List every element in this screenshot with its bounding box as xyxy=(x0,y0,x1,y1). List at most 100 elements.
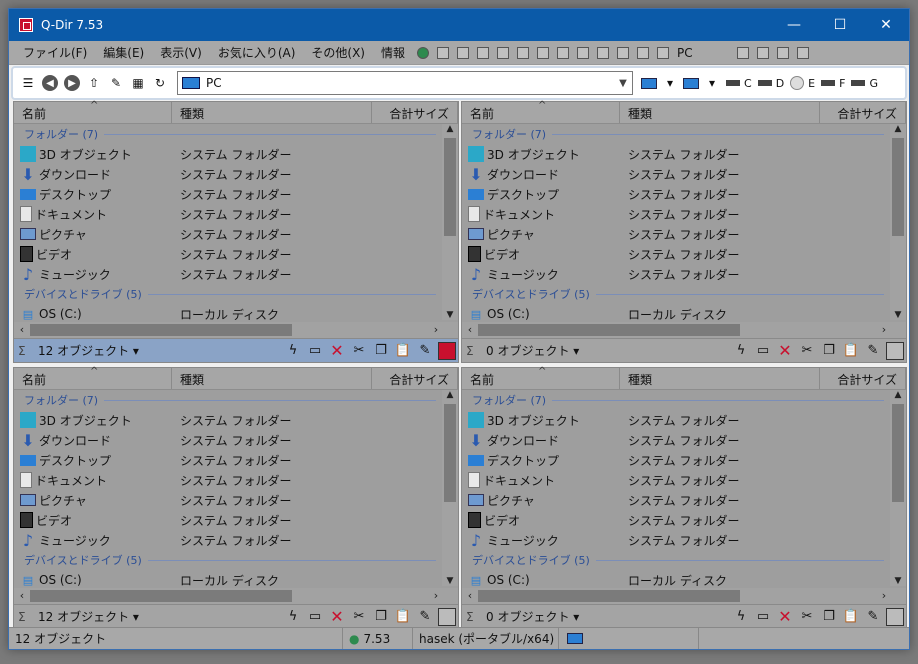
list-item[interactable]: ドキュメント システム フォルダー xyxy=(14,470,444,490)
column-total-size[interactable]: 合計サイズ xyxy=(372,368,458,389)
rename-icon[interactable]: ▭ xyxy=(754,342,772,360)
delete-icon[interactable]: ✕ xyxy=(776,341,794,360)
file-pane-2[interactable]: ^ 名前 種類 合計サイズ フォルダー (7) 3D オブジェクト システム フォ… xyxy=(461,100,907,363)
edit-icon[interactable]: ✎ xyxy=(864,608,882,626)
scrollbar-thumb[interactable] xyxy=(478,324,740,336)
cut-icon[interactable]: ✂ xyxy=(798,608,816,626)
list-item[interactable]: ⬇ ダウンロード システム フォルダー xyxy=(462,164,892,184)
list-item[interactable]: 3D オブジェクト システム フォルダー xyxy=(14,410,444,430)
maximize-button[interactable]: ☐ xyxy=(817,9,863,41)
list-item[interactable]: ♪ ミュージック システム フォルダー xyxy=(14,264,444,284)
paste-icon[interactable]: 📋 xyxy=(842,608,860,626)
network-icon[interactable] xyxy=(736,46,749,59)
chevron-down-icon[interactable]: ▼ xyxy=(614,78,632,89)
scroll-down-icon[interactable]: ▼ xyxy=(890,310,906,320)
list-item[interactable]: ドキュメント システム フォルダー xyxy=(462,204,892,224)
edit-icon[interactable]: ✎ xyxy=(416,342,434,360)
back-icon[interactable]: ◀ xyxy=(41,74,59,92)
group-header-folders[interactable]: フォルダー (7) xyxy=(462,390,892,410)
column-type[interactable]: 種類 xyxy=(172,368,372,389)
menu-pc-label[interactable]: PC xyxy=(677,46,693,60)
group-header-devices[interactable]: デバイスとドライブ (5) xyxy=(462,284,892,304)
title-bar[interactable]: Q-Dir 7.53 — ☐ ✕ xyxy=(9,9,909,41)
list-item[interactable]: デスクトップ システム フォルダー xyxy=(462,450,892,470)
list-item[interactable]: ⬇ ダウンロード システム フォルダー xyxy=(462,430,892,450)
minimize-button[interactable]: — xyxy=(771,9,817,41)
pin-icon[interactable] xyxy=(756,46,769,59)
list-item[interactable]: 3D オブジェクト システム フォルダー xyxy=(462,144,892,164)
rename-icon[interactable]: ▭ xyxy=(306,608,324,626)
list-item[interactable]: ビデオ システム フォルダー xyxy=(462,244,892,264)
layout-1-icon[interactable] xyxy=(457,46,469,59)
drive-c-button[interactable]: C xyxy=(726,77,752,90)
lightning-icon[interactable]: ϟ xyxy=(284,608,302,626)
copy-icon[interactable]: ❐ xyxy=(820,608,838,626)
horizontal-scrollbar[interactable]: ‹ › xyxy=(462,588,892,604)
pane-select-icon[interactable] xyxy=(438,607,456,626)
paste-icon[interactable]: 📋 xyxy=(394,342,412,360)
column-total-size[interactable]: 合計サイズ xyxy=(820,368,906,389)
chevron-down-icon[interactable]: ▾ xyxy=(703,74,721,92)
close-button[interactable]: ✕ xyxy=(863,9,909,41)
group-header-folders[interactable]: フォルダー (7) xyxy=(462,124,892,144)
layout-7-icon[interactable] xyxy=(577,46,589,59)
vertical-scrollbar[interactable]: ▲ ▼ xyxy=(890,390,906,586)
copy-icon[interactable]: ❐ xyxy=(372,608,390,626)
column-total-size[interactable]: 合計サイズ xyxy=(372,102,458,123)
column-type[interactable]: 種類 xyxy=(172,102,372,123)
list-item[interactable]: ドキュメント システム フォルダー xyxy=(14,204,444,224)
list-item[interactable]: ピクチャ システム フォルダー xyxy=(462,490,892,510)
list-item[interactable]: ⬇ ダウンロード システム フォルダー xyxy=(14,164,444,184)
view-mode-icon[interactable]: ▦ xyxy=(129,74,147,92)
scroll-up-icon[interactable]: ▲ xyxy=(890,390,906,400)
layout-9-icon[interactable] xyxy=(617,46,629,59)
paste-icon[interactable]: 📋 xyxy=(842,342,860,360)
chevron-down-icon[interactable]: ▾ xyxy=(661,74,679,92)
scrollbar-thumb[interactable] xyxy=(892,138,904,236)
pane-select-icon[interactable] xyxy=(438,341,456,360)
scroll-up-icon[interactable]: ▲ xyxy=(890,124,906,134)
up-folder-icon[interactable]: ⇧ xyxy=(85,74,103,92)
scroll-down-icon[interactable]: ▼ xyxy=(890,576,906,586)
new-folder-icon[interactable]: ✎ xyxy=(107,74,125,92)
drive-g-button[interactable]: G xyxy=(851,77,878,90)
window-mode-icon[interactable] xyxy=(796,46,809,59)
layout-11-icon[interactable] xyxy=(657,46,669,59)
paste-icon[interactable]: 📋 xyxy=(394,608,412,626)
menu-favorites[interactable]: お気に入り(A) xyxy=(210,44,304,61)
list-item[interactable]: ピクチャ システム フォルダー xyxy=(14,490,444,510)
panel-toggle-icon[interactable]: ☰ xyxy=(19,74,37,92)
list-item[interactable]: ♪ ミュージック システム フォルダー xyxy=(462,264,892,284)
drive-e-button[interactable]: E xyxy=(790,76,815,90)
scroll-up-icon[interactable]: ▲ xyxy=(442,124,458,134)
horizontal-scrollbar[interactable]: ‹ › xyxy=(462,322,892,338)
list-item[interactable]: ピクチャ システム フォルダー xyxy=(462,224,892,244)
layout-10-icon[interactable] xyxy=(637,46,649,59)
list-item[interactable]: ▤ OS (C:) ローカル ディスク xyxy=(462,304,892,320)
layout-3-icon[interactable] xyxy=(497,46,509,59)
horizontal-scrollbar[interactable]: ‹ › xyxy=(14,588,444,604)
lightning-icon[interactable]: ϟ xyxy=(284,342,302,360)
cut-icon[interactable]: ✂ xyxy=(798,342,816,360)
list-item[interactable]: 3D オブジェクト システム フォルダー xyxy=(14,144,444,164)
layout-2-icon[interactable] xyxy=(477,46,489,59)
list-item[interactable]: ビデオ システム フォルダー xyxy=(14,244,444,264)
menu-other[interactable]: その他(X) xyxy=(303,44,373,61)
app-icon[interactable] xyxy=(19,18,33,32)
column-type[interactable]: 種類 xyxy=(620,102,820,123)
layout-6-icon[interactable] xyxy=(557,46,569,59)
scrollbar-thumb[interactable] xyxy=(892,404,904,502)
delete-icon[interactable]: ✕ xyxy=(328,607,346,626)
cut-icon[interactable]: ✂ xyxy=(350,342,368,360)
vertical-scrollbar[interactable]: ▲ ▼ xyxy=(442,124,458,320)
drive-d-button[interactable]: D xyxy=(757,77,784,90)
scrollbar-thumb[interactable] xyxy=(478,590,740,602)
cut-icon[interactable]: ✂ xyxy=(350,608,368,626)
menu-file[interactable]: ファイル(F) xyxy=(15,44,95,61)
group-header-folders[interactable]: フォルダー (7) xyxy=(14,390,444,410)
list-item[interactable]: デスクトップ システム フォルダー xyxy=(14,450,444,470)
address-bar[interactable]: PC ▼ xyxy=(177,71,633,95)
copy-icon[interactable]: ❐ xyxy=(372,342,390,360)
lightning-icon[interactable]: ϟ xyxy=(732,608,750,626)
list-item[interactable]: ⬇ ダウンロード システム フォルダー xyxy=(14,430,444,450)
